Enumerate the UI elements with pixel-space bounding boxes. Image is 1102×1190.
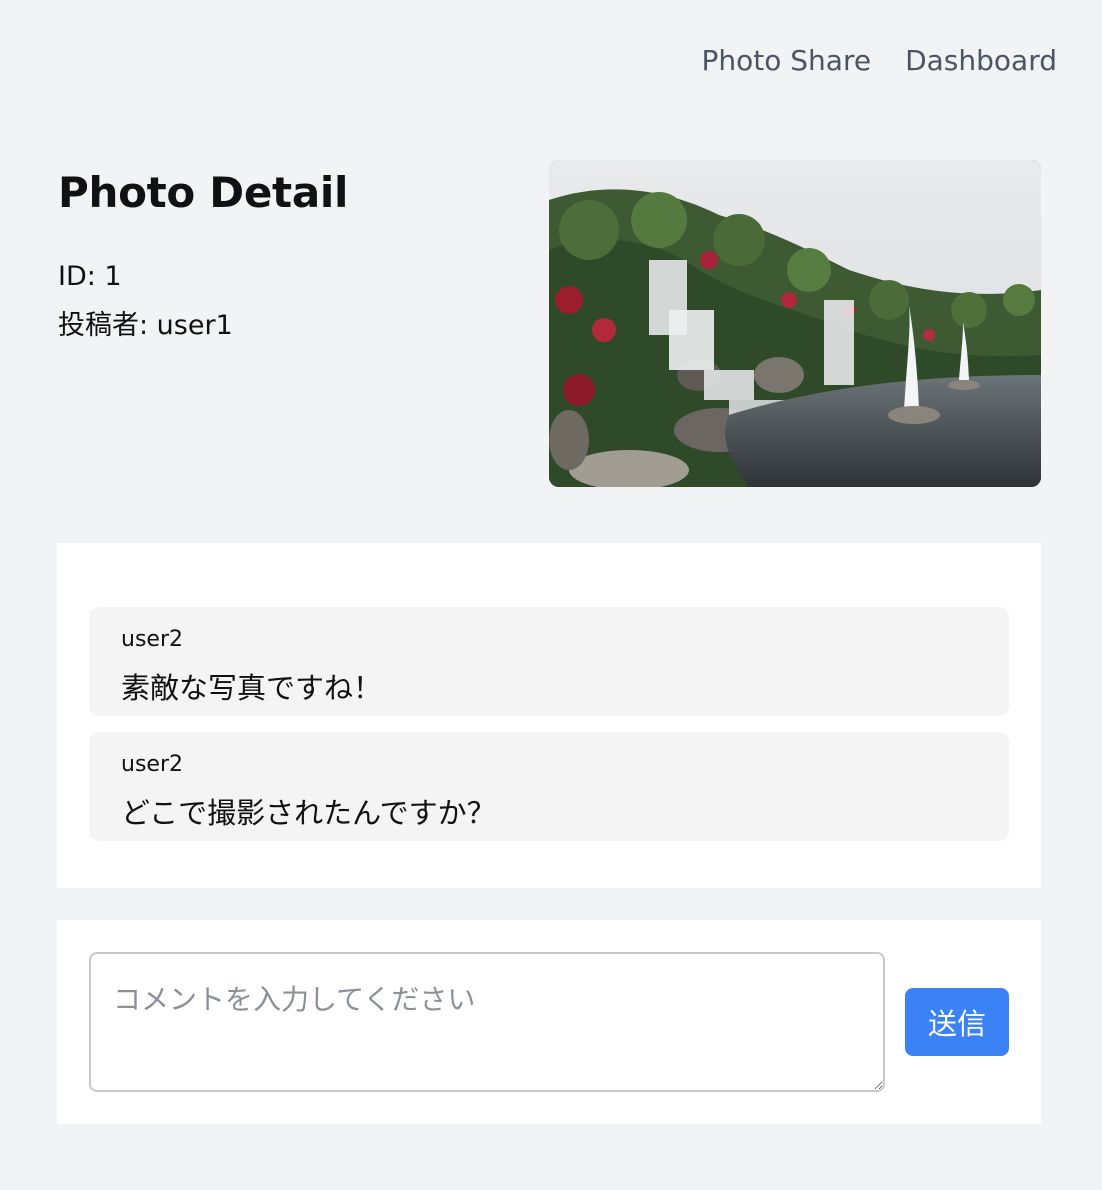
submit-comment-button[interactable]: 送信 [905, 988, 1009, 1056]
comment-text: 素敵な写真ですね！ [121, 671, 383, 705]
nav-link-dashboard[interactable]: Dashboard [905, 44, 1057, 77]
comment-text: どこで撮影されたんですか？ [121, 796, 496, 830]
comment-user: user2 [121, 752, 183, 777]
photo-id: ID: 1 [58, 261, 122, 292]
comment-user: user2 [121, 627, 183, 652]
comment-input[interactable] [89, 952, 885, 1092]
page-title: Photo Detail [58, 168, 349, 217]
nav-link-photo-share[interactable]: Photo Share [702, 44, 872, 77]
top-nav: Photo Share Dashboard [702, 44, 1058, 77]
comment-item: user2 素敵な写真ですね！ [89, 607, 1009, 716]
comment-list: user2 素敵な写真ですね！ user2 どこで撮影されたんですか？ [57, 543, 1041, 888]
comment-form: 送信 [57, 920, 1041, 1124]
comment-item: user2 どこで撮影されたんですか？ [89, 732, 1009, 841]
photo-meta: ID: 1 投稿者: user1 [58, 252, 233, 350]
photo-author: 投稿者: user1 [58, 310, 233, 341]
photo-image [549, 160, 1041, 487]
